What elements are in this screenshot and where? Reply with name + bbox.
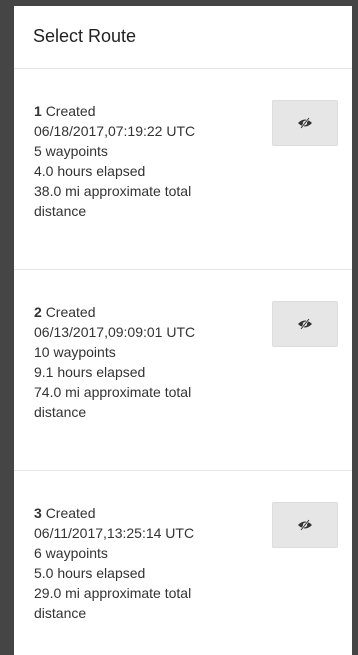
route-distance: 38.0 mi approximate total distance [34, 183, 192, 219]
route-created-line: 2 Created [34, 302, 244, 322]
created-label: Created [45, 304, 96, 320]
route-created-line: 1 Created [34, 101, 244, 121]
route-item[interactable]: 3 Created 06/11/2017,13:25:14 UTC 6 wayp… [14, 471, 352, 655]
route-item[interactable]: 1 Created 06/18/2017,07:19:22 UTC 5 wayp… [14, 69, 352, 270]
route-number: 1 [34, 103, 42, 119]
route-timestamp: 06/11/2017,13:25:14 UTC [34, 525, 195, 541]
eye-slash-icon [298, 519, 312, 531]
route-timestamp: 06/18/2017,07:19:22 UTC [34, 123, 196, 139]
toggle-visibility-button[interactable] [272, 301, 338, 347]
route-created-line: 3 Created [34, 503, 244, 523]
route-elapsed: 4.0 hours elapsed [34, 163, 146, 179]
route-details: 2 Created 06/13/2017,09:09:01 UTC 10 way… [34, 302, 244, 422]
app-background: Select Route 1 Created 06/18/2017,07:19:… [0, 0, 358, 655]
route-timestamp: 06/13/2017,09:09:01 UTC [34, 324, 196, 340]
route-elapsed: 5.0 hours elapsed [34, 565, 146, 581]
created-label: Created [45, 103, 96, 119]
route-waypoints: 6 waypoints [34, 545, 108, 561]
eye-slash-icon [298, 117, 312, 129]
panel-title: Select Route [33, 25, 137, 46]
route-select-panel: Select Route 1 Created 06/18/2017,07:19:… [14, 6, 352, 655]
route-elapsed: 9.1 hours elapsed [34, 364, 146, 380]
route-waypoints: 10 waypoints [34, 344, 116, 360]
toggle-visibility-button[interactable] [272, 100, 338, 146]
route-details: 3 Created 06/11/2017,13:25:14 UTC 6 wayp… [34, 503, 244, 623]
route-waypoints: 5 waypoints [34, 143, 108, 159]
route-item[interactable]: 2 Created 06/13/2017,09:09:01 UTC 10 way… [14, 270, 352, 471]
route-distance: 74.0 mi approximate total distance [34, 384, 192, 420]
created-label: Created [45, 505, 96, 521]
route-number: 2 [34, 304, 42, 320]
eye-slash-icon [298, 318, 312, 330]
route-details: 1 Created 06/18/2017,07:19:22 UTC 5 wayp… [34, 101, 244, 221]
route-distance: 29.0 mi approximate total distance [34, 585, 192, 621]
toggle-visibility-button[interactable] [272, 502, 338, 548]
panel-header: Select Route [14, 6, 352, 69]
route-number: 3 [34, 505, 42, 521]
